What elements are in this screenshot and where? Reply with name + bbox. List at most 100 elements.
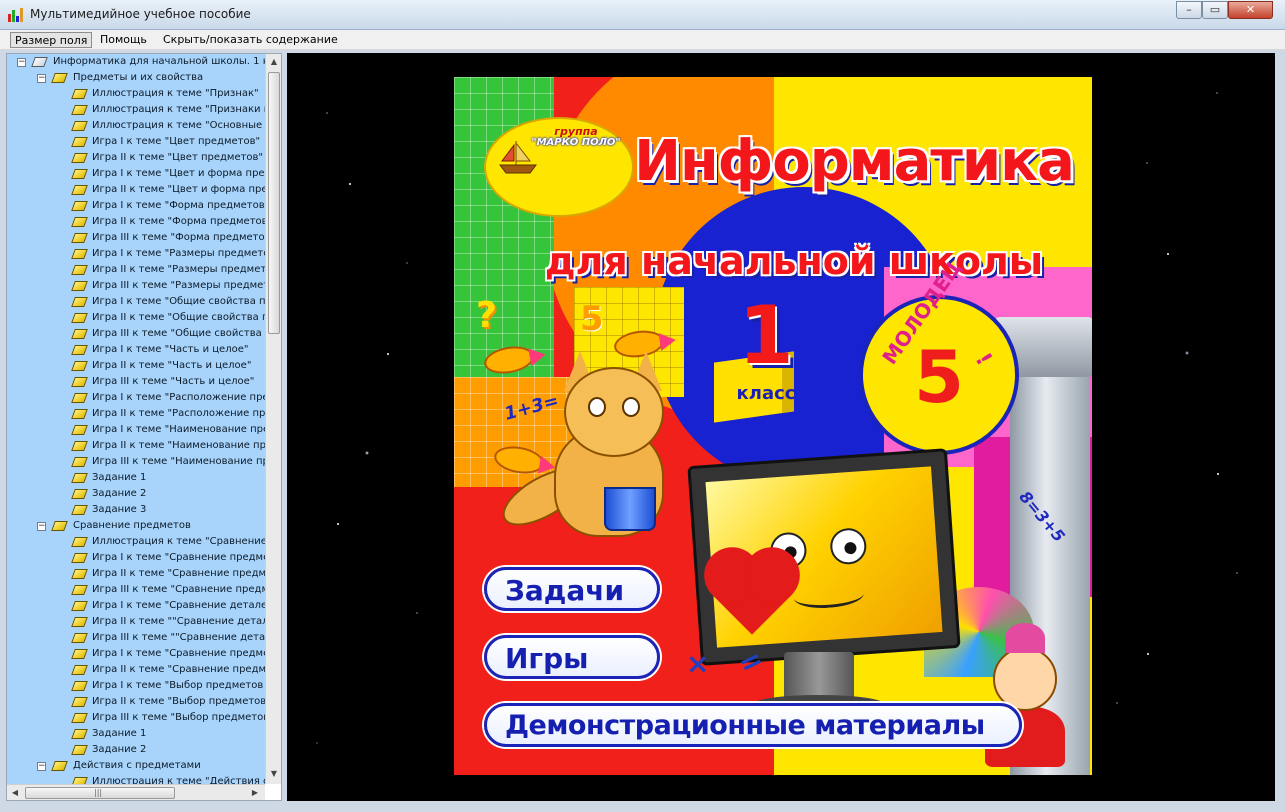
tree-item[interactable]: Иллюстрация к теме "Действия с: [7, 774, 265, 784]
book-icon: [71, 137, 88, 147]
tree-item[interactable]: Игра II к теме ""Сравнение детал: [7, 614, 265, 630]
tree-section-label: Предметы и их свойства: [73, 72, 204, 83]
tree-vertical-scrollbar[interactable]: ▲ ▼: [265, 54, 281, 784]
maximize-button[interactable]: ▭: [1202, 1, 1228, 19]
tree-item[interactable]: Игра III к теме "Выбор предметов: [7, 710, 265, 726]
tree-item[interactable]: Иллюстрация к теме "Основные п: [7, 118, 265, 134]
tree-item[interactable]: Игра I к теме "Форма предметов: [7, 198, 265, 214]
tree-item-label: Задание 2: [92, 744, 147, 755]
book-icon: [71, 649, 88, 659]
badge-number: 5: [913, 335, 965, 419]
tree-section-label: Действия с предметами: [73, 760, 201, 771]
tree-item[interactable]: Игра I к теме "Наименование пре: [7, 422, 265, 438]
close-button[interactable]: ✕: [1228, 1, 1273, 19]
tree-item[interactable]: Игра II к теме "Размеры предмет: [7, 262, 265, 278]
tree-horizontal-scrollbar[interactable]: ◀ ||| ▶: [7, 784, 265, 800]
tasks-button-label: Задачи: [505, 574, 625, 607]
book-icon: [71, 601, 88, 611]
menu-field-size[interactable]: Размер поля: [10, 32, 93, 48]
collapse-icon[interactable]: −: [37, 522, 46, 531]
collapse-icon[interactable]: −: [17, 58, 26, 67]
book-icon: [71, 777, 88, 784]
tree-item[interactable]: Игра I к теме "Расположение пре: [7, 390, 265, 406]
tree-section[interactable]: − Действия с предметами: [7, 758, 265, 774]
scroll-thumb[interactable]: [268, 72, 280, 334]
star: [337, 523, 339, 525]
scroll-down-icon[interactable]: ▼: [266, 766, 281, 782]
scroll-up-icon[interactable]: ▲: [266, 54, 281, 70]
games-button[interactable]: Игры: [484, 635, 660, 679]
menu-help[interactable]: Помощь: [96, 32, 151, 48]
collapse-icon[interactable]: −: [37, 74, 46, 83]
book-icon: [71, 361, 88, 371]
tree-item-label: Игра I к теме "Часть и целое": [92, 344, 249, 355]
minimize-button[interactable]: –: [1176, 1, 1202, 19]
tree-item[interactable]: Игра II к теме "Форма предметов: [7, 214, 265, 230]
tree-item[interactable]: Игра III к теме "Общие свойства п: [7, 326, 265, 342]
question-mark: ?: [476, 295, 497, 336]
tree-item[interactable]: Игра I к теме "Часть и целое": [7, 342, 265, 358]
tree-item[interactable]: Игра II к теме "Часть и целое": [7, 358, 265, 374]
tree-item-label: Игра II к теме "Часть и целое": [92, 360, 252, 371]
tree-item[interactable]: Иллюстрация к теме "Признак": [7, 86, 265, 102]
tree-item[interactable]: Задание 2: [7, 486, 265, 502]
tree-item[interactable]: Игра III к теме "Форма предмето: [7, 230, 265, 246]
book-icon: [71, 345, 88, 355]
scroll-left-icon[interactable]: ◀: [7, 785, 23, 800]
tree-item[interactable]: Задание 3: [7, 502, 265, 518]
tree-section[interactable]: − Предметы и их свойства: [7, 70, 265, 86]
tree-item-label: Задание 2: [92, 488, 147, 499]
tree-section[interactable]: − Сравнение предметов: [7, 518, 265, 534]
book-icon: [71, 281, 88, 291]
scroll-right-icon[interactable]: ▶: [247, 785, 263, 800]
book-icon: [71, 537, 88, 547]
book-icon: [71, 265, 88, 275]
tree-item[interactable]: Задание 2: [7, 742, 265, 758]
tree-item[interactable]: Задание 1: [7, 470, 265, 486]
tree-item[interactable]: Игра I к теме "Сравнение деталей: [7, 598, 265, 614]
monitor-mouth: [792, 581, 865, 611]
tree-item[interactable]: Игра II к теме "Цвет предметов": [7, 150, 265, 166]
book-icon: [71, 233, 88, 243]
tree-item[interactable]: Игра III к теме "Сравнение предм: [7, 582, 265, 598]
menu-toggle-contents[interactable]: Скрыть/показать содержание: [159, 32, 342, 48]
tree-item[interactable]: Игра I к теме "Общие свойства пр: [7, 294, 265, 310]
book-icon: [71, 249, 88, 259]
tree-item[interactable]: Игра III к теме "Наименование пр: [7, 454, 265, 470]
tree-item[interactable]: Игра II к теме "Общие свойства п: [7, 310, 265, 326]
demo-materials-button[interactable]: Демонстрационные материалы: [484, 703, 1022, 747]
tree-item[interactable]: Задание 1: [7, 726, 265, 742]
tree-item[interactable]: Игра II к теме "Цвет и форма пред: [7, 182, 265, 198]
tree-item-label: Игра II к теме "Размеры предмет: [92, 264, 265, 275]
tree-item[interactable]: Игра III к теме "Размеры предмет: [7, 278, 265, 294]
tree-root[interactable]: − Информатика для начальной школы. 1 кл: [7, 54, 265, 70]
tree-item-label: Иллюстрация к теме "Действия с: [92, 776, 265, 784]
book-icon: [71, 665, 88, 675]
book-icon: [71, 505, 88, 515]
menu-bar: Размер поля Помощь Скрыть/показать содер…: [0, 30, 1285, 50]
tree-item-label: Игра I к теме "Сравнение деталей: [92, 600, 265, 611]
tree-item[interactable]: Игра II к теме "Расположение пре: [7, 406, 265, 422]
tree-item[interactable]: Игра I к теме "Цвет предметов": [7, 134, 265, 150]
tree-item-label: Задание 1: [92, 728, 147, 739]
tree-item[interactable]: Игра I к теме "Сравнение предме: [7, 550, 265, 566]
tree-item[interactable]: Иллюстрация к теме "Признаки п: [7, 102, 265, 118]
book-icon: [71, 441, 88, 451]
tasks-button[interactable]: Задачи: [484, 567, 660, 611]
tree-item[interactable]: Игра I к теме "Цвет и форма пред: [7, 166, 265, 182]
tree-item[interactable]: Игра I к теме "Размеры предмето: [7, 246, 265, 262]
tree-item[interactable]: Игра III к теме ""Сравнение детал: [7, 630, 265, 646]
tree-item[interactable]: Игра III к теме "Часть и целое": [7, 374, 265, 390]
tree-item[interactable]: Игра I к теме "Выбор предметов п: [7, 678, 265, 694]
book-icon: [71, 473, 88, 483]
tree-item[interactable]: Игра II к теме "Наименование пре: [7, 438, 265, 454]
tree-item[interactable]: Иллюстрация к теме "Сравнение: [7, 534, 265, 550]
tree-item[interactable]: Игра II к теме "Сравнение предме: [7, 662, 265, 678]
book-icon: [71, 153, 88, 163]
tree-item-label: Игра II к теме ""Сравнение детал: [92, 616, 265, 627]
collapse-icon[interactable]: −: [37, 762, 46, 771]
tree-item[interactable]: Игра II к теме "Выбор предметов: [7, 694, 265, 710]
tree-item[interactable]: Игра I к теме "Сравнение предме: [7, 646, 265, 662]
tree-item[interactable]: Игра II к теме "Сравнение предме: [7, 566, 265, 582]
book-icon: [51, 521, 68, 531]
